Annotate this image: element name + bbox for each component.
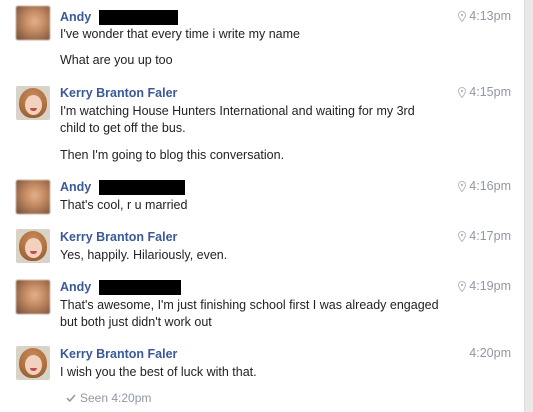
timestamp-text: 4:19pm (469, 279, 511, 293)
message-text: child to get off the bus. (60, 121, 186, 135)
location-pin-icon[interactable] (458, 280, 467, 292)
scrollbar[interactable] (524, 0, 533, 412)
avatar-face (25, 238, 42, 258)
sender-name[interactable]: Kerry Branton Faler (60, 230, 177, 244)
redaction-bar (99, 179, 186, 195)
message-timestamp: 4:19pm (458, 279, 511, 293)
message-text: but both just didn't work out (60, 315, 212, 329)
sender-name[interactable]: Andy (60, 280, 91, 294)
sender-row: Kerry Branton Faler (60, 229, 177, 245)
avatar-face (25, 355, 42, 375)
sender-name[interactable]: Kerry Branton Faler (60, 86, 177, 100)
message-timestamp: 4:17pm (458, 229, 511, 243)
redaction-bar (99, 279, 182, 295)
seen-status-text: Seen 4:20pm (80, 391, 152, 405)
message-text: I'm watching House Hunters International… (60, 104, 415, 118)
message-text: Then I'm going to blog this conversation… (60, 148, 285, 162)
message-timestamp: 4:15pm (458, 85, 511, 99)
timestamp-text: 4:20pm (469, 346, 511, 360)
location-pin-icon[interactable] (458, 86, 467, 98)
kerry-avatar[interactable] (16, 229, 50, 263)
message-text: Yes, happily. Hilariously, even. (60, 248, 228, 262)
kerry-avatar[interactable] (16, 86, 50, 120)
message-timestamp: 4:16pm (458, 179, 511, 193)
message-text: I wish you the best of luck with that. (60, 365, 257, 379)
message-timestamp: 4:13pm (458, 9, 511, 23)
redaction-bar (99, 9, 179, 25)
checkmark-icon (66, 391, 76, 405)
sender-name[interactable]: Kerry Branton Faler (60, 347, 177, 361)
message-text: That's cool, r u married (60, 198, 188, 212)
sender-name[interactable]: Andy (60, 180, 91, 194)
sender-name[interactable]: Andy (60, 10, 91, 24)
message-text: What are you up too (60, 53, 173, 67)
andy-blurred-avatar[interactable] (16, 280, 50, 314)
timestamp-text: 4:15pm (469, 85, 511, 99)
andy-blurred-avatar[interactable] (16, 6, 50, 40)
kerry-avatar[interactable] (16, 346, 50, 380)
message-text: That's awesome, I'm just finishing schoo… (60, 298, 439, 312)
avatar-face (25, 95, 42, 115)
sender-row: Andy (60, 9, 179, 25)
timestamp-text: 4:13pm (469, 9, 511, 23)
message-text: I've wonder that every time i write my n… (60, 27, 300, 41)
location-pin-icon[interactable] (458, 10, 467, 22)
timestamp-text: 4:16pm (469, 179, 511, 193)
sender-row: Kerry Branton Faler (60, 85, 177, 101)
timestamp-text: 4:17pm (469, 229, 511, 243)
location-pin-icon[interactable] (458, 230, 467, 242)
location-pin-icon[interactable] (458, 180, 467, 192)
sender-row: Andy (60, 179, 186, 195)
sender-row: Andy (60, 279, 182, 295)
message-timestamp: 4:20pm (469, 346, 511, 360)
sender-row: Kerry Branton Faler (60, 346, 177, 362)
andy-blurred-avatar[interactable] (16, 180, 50, 214)
seen-status: Seen 4:20pm (66, 391, 151, 405)
